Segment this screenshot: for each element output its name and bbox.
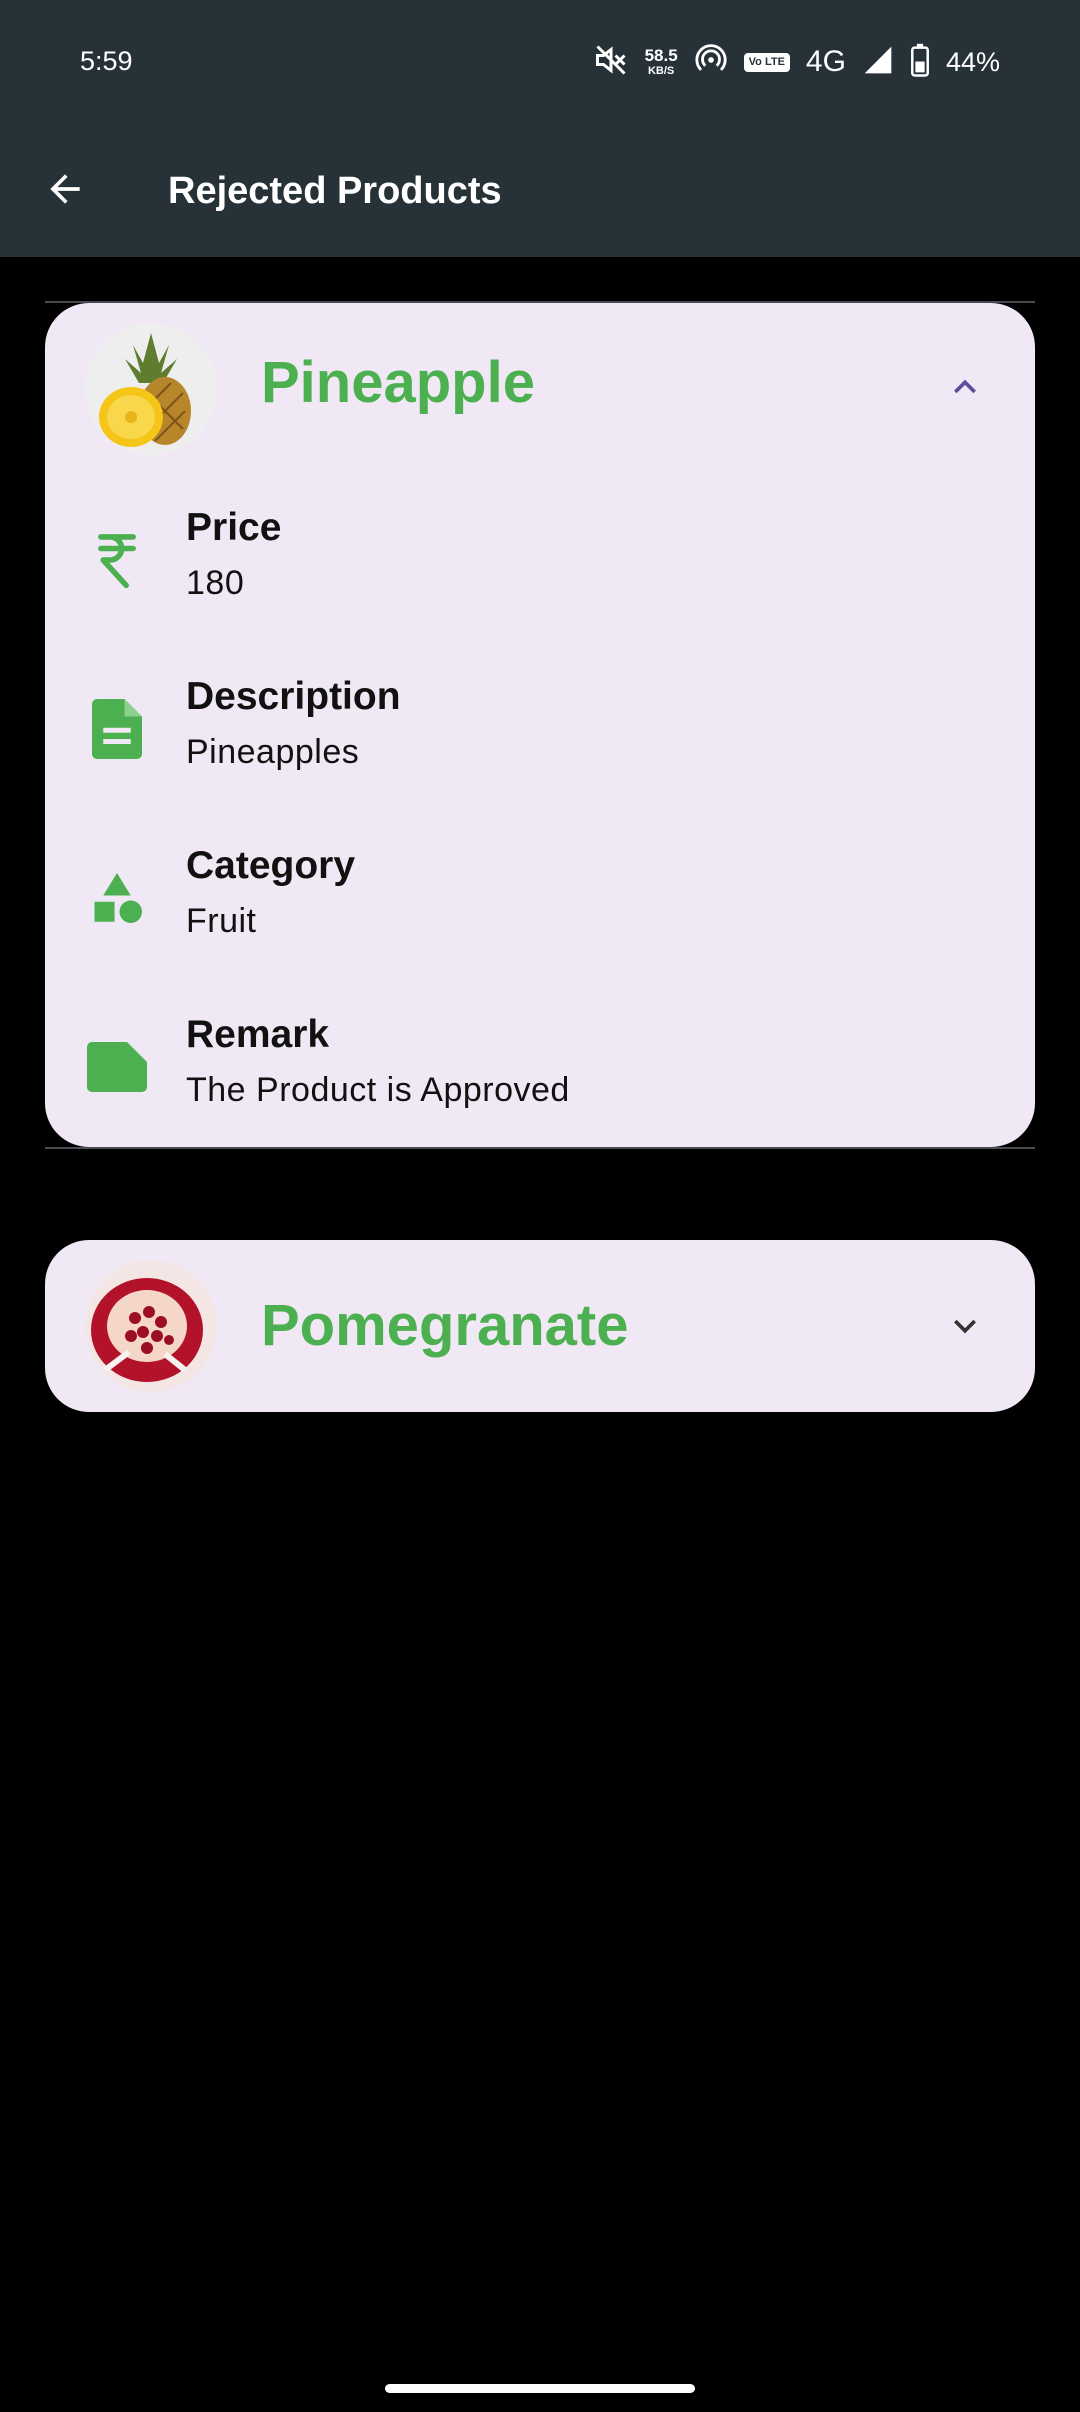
detail-label: Category [186,844,356,887]
document-icon [85,697,149,761]
detail-value: The Product is Approved [186,1071,570,1109]
app-header: 5:59 58.5 KB/S Vo LTE 4G 44% Rejected Pr… [0,0,1080,257]
network-speed: 58.5 KB/S [645,47,678,77]
mute-icon [593,42,629,83]
status-time: 5:59 [80,46,133,76]
product-card-pomegranate: Pomegranate [45,1240,1035,1412]
note-icon [85,1035,149,1099]
card-divider-bottom [45,1147,1035,1149]
detail-label: Description [186,675,401,718]
detail-value: Pineapples [186,733,360,771]
product-image-pomegranate [85,1260,217,1392]
detail-value: Fruit [186,902,257,940]
network-speed-unit: KB/S [647,65,675,77]
hotspot-icon [694,43,728,82]
product-name: Pomegranate [261,1293,629,1358]
back-button[interactable] [40,164,90,214]
collapse-button[interactable] [935,357,995,417]
network-speed-value: 58.5 [644,46,678,65]
product-card-pineapple: Pineapple Price 180 Description Pineappl… [45,303,1035,1147]
chevron-down-icon [954,1319,976,1334]
volte-icon: Vo LTE [743,52,790,72]
detail-label: Price [186,506,282,549]
product-image-pineapple [85,323,217,455]
page-title: Rejected Products [168,170,502,212]
home-indicator[interactable] [385,2384,695,2393]
category-icon [85,866,149,930]
chevron-up-icon [954,379,976,394]
product-name: Pineapple [261,350,535,415]
product-card-header[interactable]: Pineapple [45,303,1035,473]
product-card-header[interactable]: Pomegranate [45,1240,1035,1410]
detail-row-category: Category Fruit [45,844,1035,974]
signal-icon [862,44,894,81]
detail-value: 180 [186,564,245,602]
detail-row-remark: Remark The Product is Approved [45,1013,1035,1143]
arrow-back-icon [50,174,80,204]
rupee-icon [85,528,149,592]
battery-icon [910,43,930,82]
detail-row-description: Description Pineapples [45,675,1035,805]
battery-percent: 44% [945,46,1000,77]
network-type: 4G [805,45,846,78]
detail-row-price: Price 180 [45,506,1035,636]
detail-label: Remark [186,1013,330,1056]
status-icons: 58.5 KB/S Vo LTE 4G 44% [577,42,1000,82]
expand-button[interactable] [935,1296,995,1356]
